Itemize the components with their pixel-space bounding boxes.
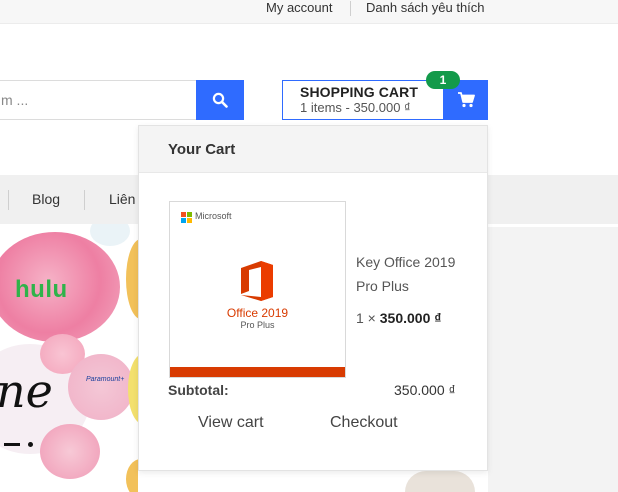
pale-blob	[90, 224, 130, 246]
paramount-blob	[68, 354, 134, 420]
cart-dropdown-header: Your Cart	[139, 126, 487, 173]
search-icon	[212, 92, 228, 108]
yellow-blob-2	[128, 354, 138, 424]
top-separator	[350, 1, 351, 16]
subtotal-label: Subtotal:	[168, 382, 229, 398]
dot-mark	[28, 442, 33, 447]
subtotal-value: 350.000 ₫	[394, 382, 456, 398]
nav-separator	[84, 190, 85, 210]
product-price: 350.000 ₫	[379, 310, 442, 326]
paramount-logo: Paramount+	[86, 376, 125, 383]
nav-item-blog[interactable]: Blog	[32, 191, 60, 207]
cart-dropdown-title: Your Cart	[168, 141, 236, 158]
dash-mark	[4, 443, 20, 446]
yellow-blob	[126, 239, 138, 319]
product-quantity-price: 1 × 350.000 ₫	[356, 310, 441, 326]
script-text: ne	[0, 364, 53, 418]
wishlist-link[interactable]: Danh sách yêu thích	[366, 0, 485, 16]
hulu-logo: hulu	[15, 276, 68, 303]
nav-separator	[8, 190, 9, 210]
product-image[interactable]: Microsoft Office 2019 Pro Plus	[169, 201, 346, 378]
product-quantity: 1 ×	[356, 310, 376, 326]
shopping-cart-box[interactable]: SHOPPING CART 1 items - 350.000 ₫	[282, 80, 444, 120]
promo-photo	[488, 227, 618, 492]
hero-banner: hulu Paramount+ ne	[0, 224, 138, 492]
nav-item-contact[interactable]: Liên	[109, 191, 135, 207]
bottom-pink-blob	[40, 424, 100, 479]
office-product-title: Office 2019	[226, 306, 289, 320]
cart-dropdown: Your Cart Microsoft Office 2019 Pro Plus…	[138, 125, 488, 471]
office-icon	[241, 261, 273, 301]
checkout-button[interactable]: Checkout	[330, 414, 398, 432]
search-button[interactable]	[196, 80, 244, 120]
view-cart-button[interactable]: View cart	[198, 414, 264, 432]
my-account-link[interactable]: My account	[266, 0, 332, 16]
shopping-cart-title: SHOPPING CART	[300, 84, 418, 100]
yellow-blob-3	[126, 459, 138, 492]
cart-icon	[457, 92, 475, 108]
cart-summary: 1 items - 350.000 ₫	[300, 100, 411, 115]
office-product-subtitle: Pro Plus	[240, 320, 275, 330]
microsoft-logo-icon	[181, 212, 192, 223]
top-bar: My account Danh sách yêu thích	[0, 0, 618, 24]
product-image-bar	[170, 367, 345, 377]
person-head	[405, 471, 475, 492]
search-input[interactable]: m ...	[0, 80, 197, 120]
cart-count-badge: 1	[426, 71, 460, 89]
microsoft-brand-text: Microsoft	[195, 211, 232, 221]
hero-right-edge	[126, 224, 138, 492]
product-name-link[interactable]: Key Office 2019 Pro Plus	[356, 250, 476, 298]
